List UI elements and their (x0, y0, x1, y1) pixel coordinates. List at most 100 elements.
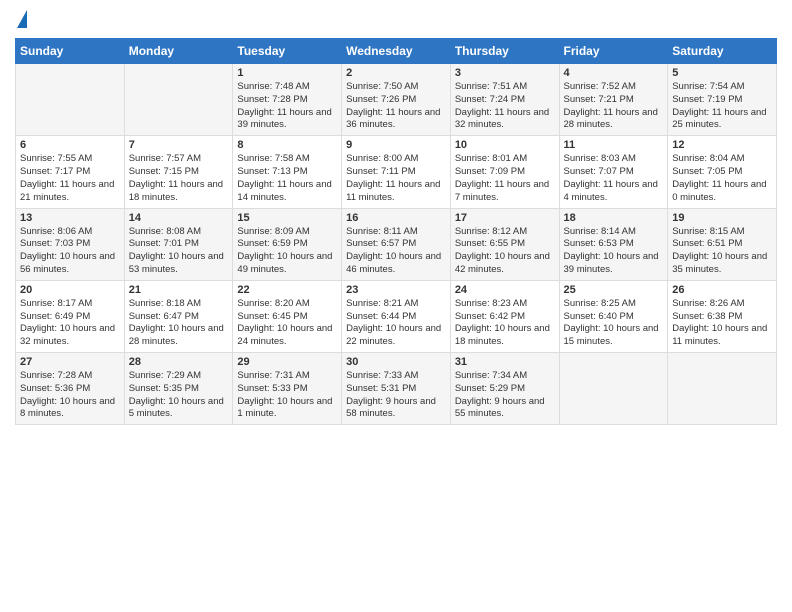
calendar-cell: 2 Sunrise: 7:50 AM Sunset: 7:26 PM Daylig… (342, 64, 451, 136)
day-info: Sunrise: 7:52 AM Sunset: 7:21 PM Dayligh… (564, 81, 664, 132)
day-info: Sunrise: 8:18 AM Sunset: 6:47 PM Dayligh… (129, 298, 229, 349)
calendar-cell: 5 Sunrise: 7:54 AM Sunset: 7:19 PM Daylig… (668, 64, 777, 136)
calendar-week-5: 27 Sunrise: 7:28 AM Sunset: 5:36 PM Dayli… (16, 353, 777, 425)
day-number: 23 (346, 284, 446, 296)
day-info: Sunrise: 7:58 AM Sunset: 7:13 PM Dayligh… (237, 153, 337, 204)
calendar-header-thursday: Thursday (450, 39, 559, 64)
day-number: 1 (237, 67, 337, 79)
calendar-header-monday: Monday (124, 39, 233, 64)
calendar-cell: 14 Sunrise: 8:08 AM Sunset: 7:01 PM Dayli… (124, 208, 233, 280)
calendar-header-wednesday: Wednesday (342, 39, 451, 64)
calendar-cell: 9 Sunrise: 8:00 AM Sunset: 7:11 PM Daylig… (342, 136, 451, 208)
day-number: 15 (237, 212, 337, 224)
calendar-cell: 4 Sunrise: 7:52 AM Sunset: 7:21 PM Daylig… (559, 64, 668, 136)
calendar-cell: 26 Sunrise: 8:26 AM Sunset: 6:38 PM Dayli… (668, 280, 777, 352)
day-number: 9 (346, 139, 446, 151)
day-info: Sunrise: 8:25 AM Sunset: 6:40 PM Dayligh… (564, 298, 664, 349)
day-info: Sunrise: 8:11 AM Sunset: 6:57 PM Dayligh… (346, 226, 446, 277)
day-info: Sunrise: 7:51 AM Sunset: 7:24 PM Dayligh… (455, 81, 555, 132)
day-info: Sunrise: 7:33 AM Sunset: 5:31 PM Dayligh… (346, 370, 446, 421)
calendar-cell (668, 353, 777, 425)
day-number: 2 (346, 67, 446, 79)
calendar-cell (16, 64, 125, 136)
calendar: SundayMondayTuesdayWednesdayThursdayFrid… (15, 38, 777, 425)
calendar-cell: 7 Sunrise: 7:57 AM Sunset: 7:15 PM Daylig… (124, 136, 233, 208)
calendar-cell: 28 Sunrise: 7:29 AM Sunset: 5:35 PM Dayli… (124, 353, 233, 425)
page: SundayMondayTuesdayWednesdayThursdayFrid… (0, 0, 792, 612)
day-number: 5 (672, 67, 772, 79)
day-number: 17 (455, 212, 555, 224)
day-number: 26 (672, 284, 772, 296)
day-info: Sunrise: 7:29 AM Sunset: 5:35 PM Dayligh… (129, 370, 229, 421)
day-number: 24 (455, 284, 555, 296)
calendar-week-1: 1 Sunrise: 7:48 AM Sunset: 7:28 PM Daylig… (16, 64, 777, 136)
calendar-cell: 17 Sunrise: 8:12 AM Sunset: 6:55 PM Dayli… (450, 208, 559, 280)
calendar-header-row: SundayMondayTuesdayWednesdayThursdayFrid… (16, 39, 777, 64)
calendar-week-4: 20 Sunrise: 8:17 AM Sunset: 6:49 PM Dayli… (16, 280, 777, 352)
logo-text (15, 10, 27, 30)
day-number: 3 (455, 67, 555, 79)
day-info: Sunrise: 7:50 AM Sunset: 7:26 PM Dayligh… (346, 81, 446, 132)
day-number: 7 (129, 139, 229, 151)
day-info: Sunrise: 7:48 AM Sunset: 7:28 PM Dayligh… (237, 81, 337, 132)
calendar-week-3: 13 Sunrise: 8:06 AM Sunset: 7:03 PM Dayli… (16, 208, 777, 280)
day-number: 27 (20, 356, 120, 368)
day-info: Sunrise: 8:17 AM Sunset: 6:49 PM Dayligh… (20, 298, 120, 349)
calendar-cell (559, 353, 668, 425)
day-info: Sunrise: 8:12 AM Sunset: 6:55 PM Dayligh… (455, 226, 555, 277)
day-info: Sunrise: 8:04 AM Sunset: 7:05 PM Dayligh… (672, 153, 772, 204)
calendar-cell: 22 Sunrise: 8:20 AM Sunset: 6:45 PM Dayli… (233, 280, 342, 352)
calendar-cell: 8 Sunrise: 7:58 AM Sunset: 7:13 PM Daylig… (233, 136, 342, 208)
day-number: 14 (129, 212, 229, 224)
logo (15, 10, 27, 30)
calendar-cell: 15 Sunrise: 8:09 AM Sunset: 6:59 PM Dayli… (233, 208, 342, 280)
day-info: Sunrise: 8:23 AM Sunset: 6:42 PM Dayligh… (455, 298, 555, 349)
day-info: Sunrise: 7:55 AM Sunset: 7:17 PM Dayligh… (20, 153, 120, 204)
day-info: Sunrise: 8:08 AM Sunset: 7:01 PM Dayligh… (129, 226, 229, 277)
day-info: Sunrise: 8:01 AM Sunset: 7:09 PM Dayligh… (455, 153, 555, 204)
day-info: Sunrise: 8:20 AM Sunset: 6:45 PM Dayligh… (237, 298, 337, 349)
calendar-cell: 13 Sunrise: 8:06 AM Sunset: 7:03 PM Dayli… (16, 208, 125, 280)
calendar-cell: 1 Sunrise: 7:48 AM Sunset: 7:28 PM Daylig… (233, 64, 342, 136)
day-info: Sunrise: 7:54 AM Sunset: 7:19 PM Dayligh… (672, 81, 772, 132)
day-number: 13 (20, 212, 120, 224)
calendar-cell: 20 Sunrise: 8:17 AM Sunset: 6:49 PM Dayli… (16, 280, 125, 352)
day-number: 22 (237, 284, 337, 296)
day-number: 19 (672, 212, 772, 224)
day-number: 21 (129, 284, 229, 296)
day-info: Sunrise: 8:26 AM Sunset: 6:38 PM Dayligh… (672, 298, 772, 349)
day-number: 8 (237, 139, 337, 151)
day-number: 12 (672, 139, 772, 151)
calendar-cell: 6Sunrise: 7:55 AM Sunset: 7:17 PM Daylig… (16, 136, 125, 208)
day-number: 16 (346, 212, 446, 224)
day-number: 10 (455, 139, 555, 151)
calendar-header-friday: Friday (559, 39, 668, 64)
calendar-cell: 19 Sunrise: 8:15 AM Sunset: 6:51 PM Dayli… (668, 208, 777, 280)
day-info: Sunrise: 7:57 AM Sunset: 7:15 PM Dayligh… (129, 153, 229, 204)
day-info: Sunrise: 8:00 AM Sunset: 7:11 PM Dayligh… (346, 153, 446, 204)
calendar-header-tuesday: Tuesday (233, 39, 342, 64)
calendar-cell: 16 Sunrise: 8:11 AM Sunset: 6:57 PM Dayli… (342, 208, 451, 280)
day-number: 30 (346, 356, 446, 368)
calendar-cell (124, 64, 233, 136)
calendar-cell: 18Sunrise: 8:14 AM Sunset: 6:53 PM Dayli… (559, 208, 668, 280)
header (15, 10, 777, 30)
calendar-cell: 29Sunrise: 7:31 AM Sunset: 5:33 PM Dayli… (233, 353, 342, 425)
calendar-week-2: 6Sunrise: 7:55 AM Sunset: 7:17 PM Daylig… (16, 136, 777, 208)
calendar-cell: 31Sunrise: 7:34 AM Sunset: 5:29 PM Dayli… (450, 353, 559, 425)
day-number: 4 (564, 67, 664, 79)
day-info: Sunrise: 7:28 AM Sunset: 5:36 PM Dayligh… (20, 370, 120, 421)
day-info: Sunrise: 8:15 AM Sunset: 6:51 PM Dayligh… (672, 226, 772, 277)
day-info: Sunrise: 8:03 AM Sunset: 7:07 PM Dayligh… (564, 153, 664, 204)
day-number: 28 (129, 356, 229, 368)
day-info: Sunrise: 8:09 AM Sunset: 6:59 PM Dayligh… (237, 226, 337, 277)
calendar-cell: 12 Sunrise: 8:04 AM Sunset: 7:05 PM Dayli… (668, 136, 777, 208)
day-info: Sunrise: 7:31 AM Sunset: 5:33 PM Dayligh… (237, 370, 337, 421)
day-number: 20 (20, 284, 120, 296)
calendar-cell: 24 Sunrise: 8:23 AM Sunset: 6:42 PM Dayli… (450, 280, 559, 352)
logo-triangle-icon (17, 10, 27, 28)
calendar-cell: 25Sunrise: 8:25 AM Sunset: 6:40 PM Dayli… (559, 280, 668, 352)
day-info: Sunrise: 8:06 AM Sunset: 7:03 PM Dayligh… (20, 226, 120, 277)
calendar-cell: 10 Sunrise: 8:01 AM Sunset: 7:09 PM Dayli… (450, 136, 559, 208)
day-number: 18 (564, 212, 664, 224)
